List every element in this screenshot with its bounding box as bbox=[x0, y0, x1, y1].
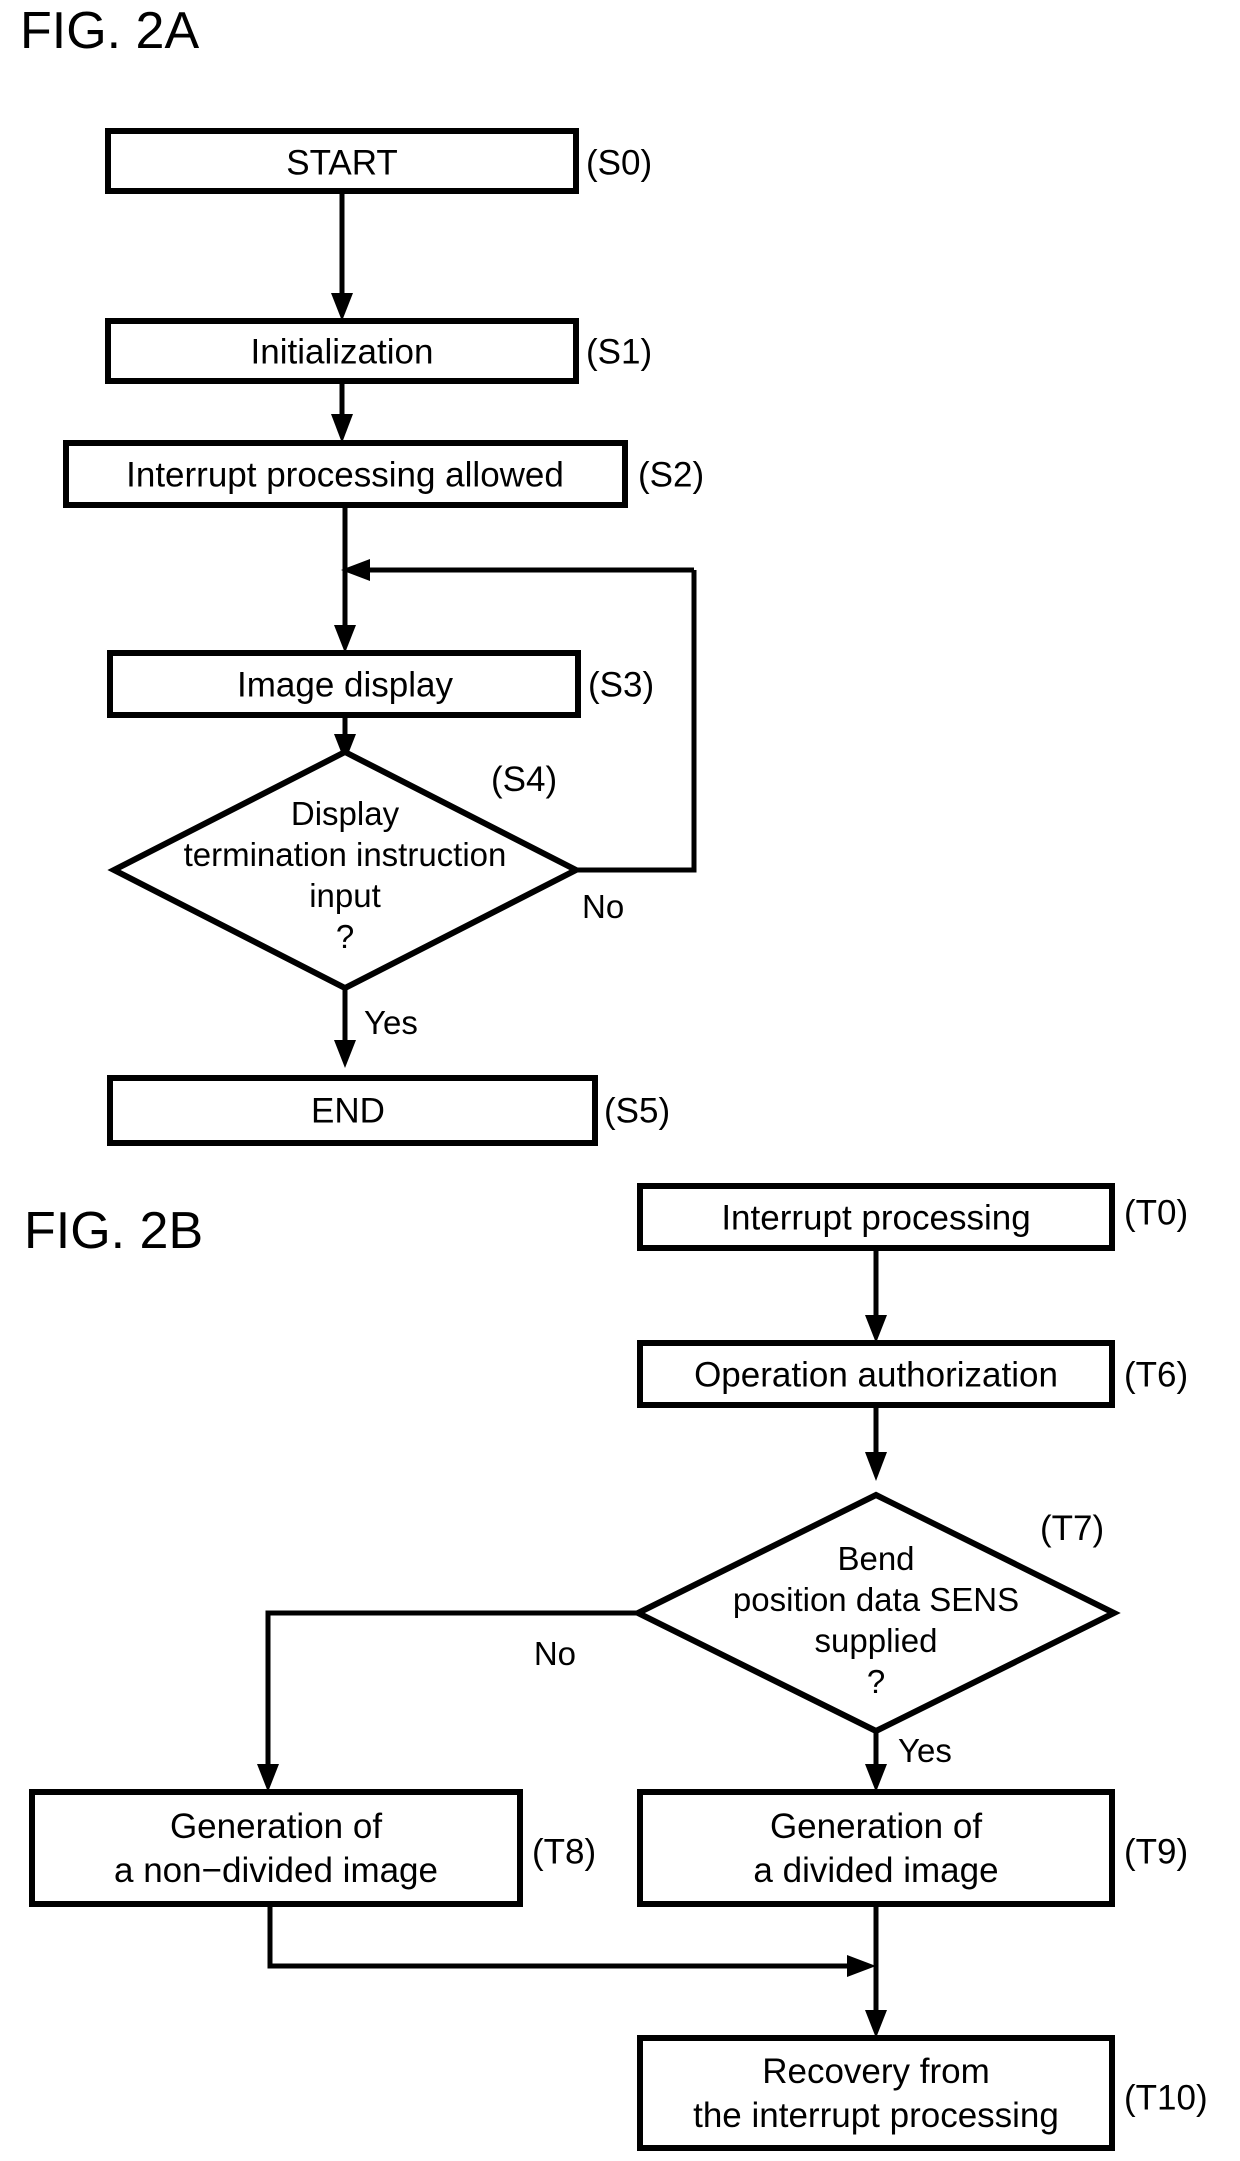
edge-t9-t10-arrowhead bbox=[865, 2010, 887, 2038]
node-s4-label-line4: ? bbox=[336, 918, 354, 955]
node-t8-label-line1: Generation of bbox=[170, 1807, 382, 1846]
node-t0-label: Interrupt processing bbox=[721, 1198, 1030, 1237]
node-t8-label-line2: a non−divided image bbox=[114, 1851, 438, 1890]
node-s5-tag: (S5) bbox=[604, 1091, 670, 1130]
node-t7-label-line3: supplied bbox=[815, 1622, 938, 1659]
node-t8-tag: (T8) bbox=[532, 1832, 596, 1871]
node-s1-label: Initialization bbox=[251, 332, 434, 371]
edge-t0-t6-arrowhead bbox=[865, 1315, 887, 1343]
edge-t6-t7-arrowhead bbox=[865, 1452, 887, 1481]
node-t7-branch-no: No bbox=[534, 1635, 576, 1672]
figure-title-2b: FIG. 2B bbox=[24, 1202, 203, 1260]
edge-t7-no bbox=[265, 1610, 638, 1774]
flowchart-canvas: FIG. 2A START (S0) Initialization (S1) I… bbox=[20, 2, 1208, 2151]
node-t6-tag: (T6) bbox=[1124, 1355, 1188, 1394]
node-s4-tag: (S4) bbox=[491, 760, 557, 799]
node-t7-branch-yes: Yes bbox=[898, 1732, 952, 1769]
node-s2-tag: (S2) bbox=[638, 455, 704, 494]
node-t9-tag: (T9) bbox=[1124, 1832, 1188, 1871]
node-s0-label: START bbox=[286, 143, 398, 182]
node-t9-label-line2: a divided image bbox=[753, 1851, 998, 1890]
node-s5-label: END bbox=[311, 1091, 385, 1130]
node-t10-label-line2: the interrupt processing bbox=[693, 2096, 1059, 2135]
node-t10-tag: (T10) bbox=[1124, 2078, 1208, 2117]
patent-figure-page: FIG. 2A START (S0) Initialization (S1) I… bbox=[0, 0, 1240, 2161]
node-s1-tag: (S1) bbox=[586, 332, 652, 371]
node-t7-label-line2: position data SENS bbox=[733, 1581, 1019, 1618]
edge-s1-s2-arrowhead bbox=[331, 414, 353, 443]
edge-s4-no bbox=[576, 570, 697, 873]
node-s4-branch-yes: Yes bbox=[364, 1004, 418, 1041]
edge-t7-yes-arrowhead bbox=[865, 1764, 887, 1792]
node-t7-label-line1: Bend bbox=[837, 1540, 914, 1577]
node-t6-label: Operation authorization bbox=[694, 1355, 1058, 1394]
edge-t8-merge bbox=[267, 1904, 858, 1969]
node-s4-label-line2: termination instruction bbox=[184, 836, 507, 873]
node-s4-label-line1: Display bbox=[291, 795, 400, 832]
node-t9-label-line1: Generation of bbox=[770, 1807, 982, 1846]
node-t7-label-line4: ? bbox=[867, 1663, 885, 1700]
edge-t7-no-arrowhead bbox=[257, 1764, 279, 1792]
edge-t8-merge-arrowhead bbox=[847, 1955, 876, 1977]
edge-s0-s1-arrowhead bbox=[331, 293, 353, 321]
edge-s4-yes-arrowhead bbox=[334, 1040, 356, 1068]
node-t10-label-line1: Recovery from bbox=[762, 2052, 990, 2091]
figure-title-2a: FIG. 2A bbox=[20, 2, 199, 60]
node-t7-tag: (T7) bbox=[1040, 1509, 1104, 1548]
node-s4-branch-no: No bbox=[582, 888, 624, 925]
node-s4-label-line3: input bbox=[309, 877, 381, 914]
node-s2-label: Interrupt processing allowed bbox=[126, 455, 564, 494]
edge-s2-s3-arrowhead bbox=[334, 625, 356, 653]
node-t0-tag: (T0) bbox=[1124, 1193, 1188, 1232]
node-s3-tag: (S3) bbox=[588, 665, 654, 704]
node-s0-tag: (S0) bbox=[586, 143, 652, 182]
node-s3-label: Image display bbox=[237, 665, 453, 704]
